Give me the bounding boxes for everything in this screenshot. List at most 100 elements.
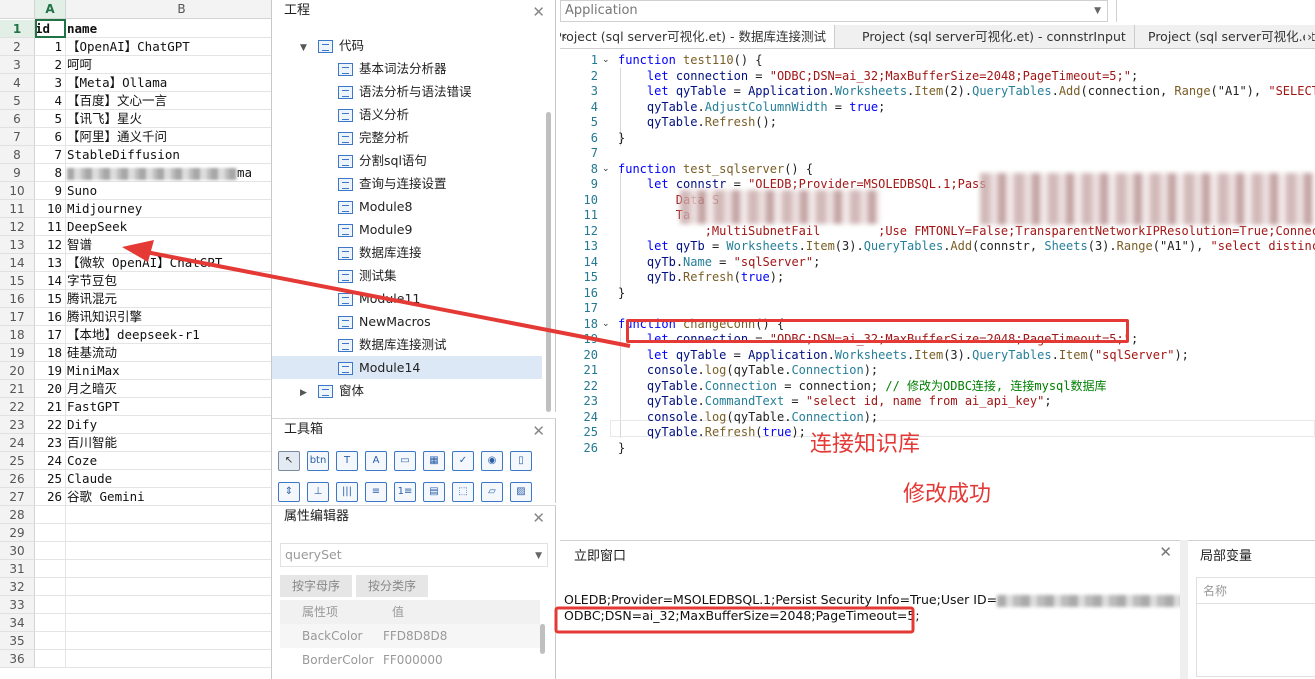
tree-module-item[interactable]: Module9	[272, 218, 542, 241]
cell-id[interactable]: 18	[35, 344, 66, 362]
cell-name[interactable]: 【讯飞】星火	[66, 110, 271, 128]
cell-id[interactable]	[35, 524, 66, 542]
cell-name[interactable]	[66, 560, 271, 578]
object-select[interactable]: querySet ▼	[280, 543, 548, 567]
barcode-tool-icon[interactable]: |||	[336, 482, 358, 502]
code-line[interactable]: console.log(qyTable.Connection);	[618, 362, 878, 378]
spin-tool-icon[interactable]: ⇕	[278, 482, 300, 502]
tree-module-item[interactable]: Module8	[272, 195, 542, 218]
pointer-icon[interactable]: ↖	[278, 451, 300, 471]
cell-id[interactable]	[35, 650, 66, 668]
tab-connstrinput[interactable]: Project (sql server可视化.et) - connstrInpu…	[854, 25, 1135, 48]
row-number[interactable]: 20	[0, 362, 35, 380]
tree-module-item[interactable]: Module11	[272, 287, 542, 310]
cell-name[interactable]: 【Meta】Ollama	[66, 74, 271, 92]
cell-id[interactable]: 26	[35, 488, 66, 506]
tree-module-item[interactable]: 分割sql语句	[272, 149, 542, 172]
property-row[interactable]: BackColor FFD8D8D8	[280, 624, 540, 648]
cell-name[interactable]: name	[66, 20, 271, 38]
cell-name[interactable]: 【阿里】通义千问	[66, 128, 271, 146]
cell-name[interactable]: Suno	[66, 182, 271, 200]
cell-id[interactable]: 13	[35, 254, 66, 272]
number-list-tool-icon[interactable]: 1≡	[394, 482, 416, 502]
tabs-scroll-left-icon[interactable]: ‹	[562, 25, 567, 47]
cell-id[interactable]: 9	[35, 182, 66, 200]
cell-id[interactable]: 12	[35, 236, 66, 254]
tree-module-item[interactable]: 语法分析与语法错误	[272, 80, 542, 103]
row-number[interactable]: 3	[0, 56, 35, 74]
tree-module-item[interactable]: 数据库连接	[272, 241, 542, 264]
row-number[interactable]: 25	[0, 452, 35, 470]
cell-id[interactable]: 22	[35, 416, 66, 434]
tree-module-item[interactable]: Module14	[272, 356, 542, 379]
list-tool-icon[interactable]: ≡	[365, 482, 387, 502]
cell-id[interactable]: 24	[35, 452, 66, 470]
row-number[interactable]: 14	[0, 254, 35, 272]
tabstrip-tool-icon[interactable]: ▤	[423, 482, 445, 502]
cell-name[interactable]	[66, 632, 271, 650]
cell-id[interactable]: 14	[35, 272, 66, 290]
cell-name[interactable]: 【OpenAI】ChatGPT	[66, 38, 271, 56]
row-number[interactable]: 33	[0, 596, 35, 614]
row-number[interactable]: 16	[0, 290, 35, 308]
cell-name[interactable]	[66, 596, 271, 614]
dotted-frame-tool-icon[interactable]: ⬚	[452, 482, 474, 502]
row-number[interactable]: 11	[0, 200, 35, 218]
cell-name[interactable]	[66, 524, 271, 542]
code-line[interactable]: qyTable.Connection = connection; // 修改为O…	[618, 378, 1107, 394]
cell-name[interactable]: 腾讯混元	[66, 290, 271, 308]
row-number[interactable]: 1	[0, 20, 35, 38]
cell-name[interactable]: StableDiffusion	[66, 146, 271, 164]
row-number[interactable]: 28	[0, 506, 35, 524]
cell-id[interactable]	[35, 506, 66, 524]
cell-id[interactable]: 11	[35, 218, 66, 236]
code-line[interactable]: }	[618, 440, 625, 456]
fold-chevron-icon[interactable]: ⌄	[602, 161, 610, 177]
cell-id[interactable]: 20	[35, 380, 66, 398]
row-number[interactable]: 15	[0, 272, 35, 290]
label-tool-icon[interactable]: A	[365, 451, 387, 471]
tree-module-item[interactable]: 测试集	[272, 264, 542, 287]
cell-name[interactable]: 谷歌 Gemini	[66, 488, 271, 506]
cell-id[interactable]: 10	[35, 200, 66, 218]
cell-name[interactable]: Coze	[66, 452, 271, 470]
row-number[interactable]: 12	[0, 218, 35, 236]
grid-tool-icon[interactable]: ▦	[423, 451, 445, 471]
code-line[interactable]: function test110() {	[618, 52, 763, 68]
cell-id[interactable]: 19	[35, 362, 66, 380]
cell-name[interactable]	[66, 614, 271, 632]
code-line[interactable]: let qyTb = Worksheets.Item(3).QueryTable…	[618, 238, 1315, 254]
cell-id[interactable]: 25	[35, 470, 66, 488]
cell-name[interactable]: 【本地】deepseek-r1	[66, 326, 271, 344]
cell-name[interactable]: 智谱	[66, 236, 271, 254]
cell-name[interactable]: Claude	[66, 470, 271, 488]
cell-id[interactable]: 17	[35, 326, 66, 344]
row-number[interactable]: 34	[0, 614, 35, 632]
tab-database-connection-test[interactable]: Project (sql server可视化.et) - 数据库连接测试	[560, 25, 835, 48]
tabs-scroll-right-icon[interactable]: ›	[1305, 25, 1312, 48]
code-line[interactable]: qyTable.AdjustColumnWidth = true;	[618, 99, 885, 115]
image-tool-icon[interactable]: ▨	[510, 482, 532, 502]
fold-chevron-icon[interactable]: ⌄	[602, 52, 610, 68]
tree-module-item[interactable]: NewMacros	[272, 310, 542, 333]
tree-module-item[interactable]: 完整分析	[272, 126, 542, 149]
cell-name[interactable]: FastGPT	[66, 398, 271, 416]
row-number[interactable]: 18	[0, 326, 35, 344]
row-number[interactable]: 17	[0, 308, 35, 326]
cell-id[interactable]: 16	[35, 308, 66, 326]
row-number[interactable]: 31	[0, 560, 35, 578]
cell-name[interactable]: Dify	[66, 416, 271, 434]
cell-id[interactable]: 4	[35, 92, 66, 110]
tree-module-item[interactable]: 基本词法分析器	[272, 57, 542, 80]
cell-id[interactable]	[35, 596, 66, 614]
cell-name[interactable]: ma	[66, 164, 271, 182]
column-header-a[interactable]: A	[35, 0, 66, 19]
row-number[interactable]: 9	[0, 164, 35, 182]
tree-module-item[interactable]: 语义分析	[272, 103, 542, 126]
cell-id[interactable]: 21	[35, 398, 66, 416]
close-icon[interactable]: ✕	[1159, 543, 1172, 561]
cell-name[interactable]: 字节豆包	[66, 272, 271, 290]
cell-id[interactable]	[35, 578, 66, 596]
project-scrollbar[interactable]	[546, 112, 551, 412]
cell-name[interactable]	[66, 506, 271, 524]
